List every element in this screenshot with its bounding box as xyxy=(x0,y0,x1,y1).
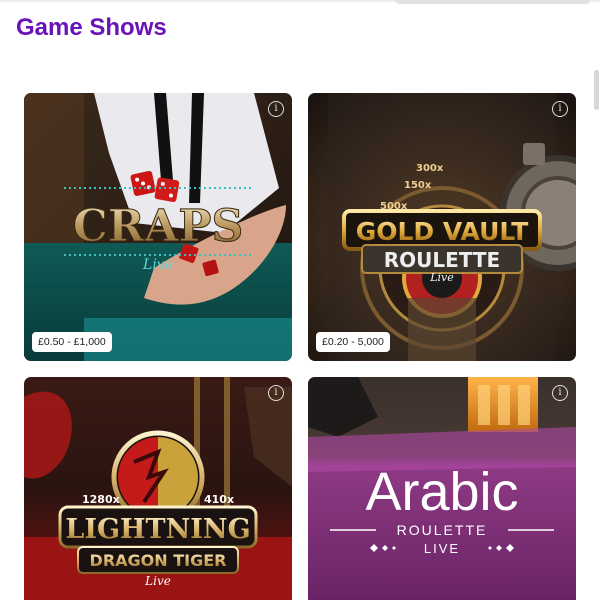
bet-limits-badge: £0.20 - 5,000 xyxy=(316,332,390,352)
section-title: Game Shows xyxy=(16,14,167,41)
info-icon[interactable]: i xyxy=(268,101,284,117)
info-icon[interactable]: i xyxy=(552,101,568,117)
craps-logo-text: CRAPS xyxy=(73,201,244,252)
header-tab-edge xyxy=(395,0,590,4)
game-card-craps[interactable]: CRAPS Live i £0.50 - £1,000 xyxy=(24,93,292,361)
arabic-logo-roulette: ROULETTE xyxy=(397,522,488,538)
scrollbar-thumb[interactable] xyxy=(594,70,599,110)
lightning-dragon-tiger-thumbnail: 1280x 410x LIGHTNING DRAGON TIGER Live xyxy=(24,377,292,600)
wheel-multiplier-300: 300x xyxy=(416,163,444,174)
gold-vault-logo-live: Live xyxy=(429,271,454,284)
gold-vault-thumbnail: 150x 300x 500x GOLD VAULT ROULETTE Live xyxy=(308,93,576,361)
lightning-logo-live: Live xyxy=(144,574,171,588)
wheel-multiplier-150: 150x xyxy=(404,180,432,191)
arabic-roulette-thumbnail: Arabic ROULETTE LIVE xyxy=(308,377,576,600)
info-icon[interactable]: i xyxy=(552,385,568,401)
bet-limits-badge: £0.50 - £1,000 xyxy=(32,332,112,352)
craps-thumbnail: CRAPS Live xyxy=(24,93,292,361)
game-card-lightning-dragon-tiger[interactable]: 1280x 410x LIGHTNING DRAGON TIGER Live i xyxy=(24,377,292,600)
gold-vault-logo-title: GOLD VAULT xyxy=(356,217,529,246)
gold-vault-logo-roulette: ROULETTE xyxy=(384,248,500,272)
arabic-logo-live: LIVE xyxy=(424,541,460,556)
info-icon[interactable]: i xyxy=(268,385,284,401)
game-card-arabic-roulette[interactable]: Arabic ROULETTE LIVE i xyxy=(308,377,576,600)
multiplier-1280x: 1280x xyxy=(82,493,120,506)
lightning-logo-title: LIGHTNING xyxy=(65,514,250,545)
game-card-gold-vault-roulette[interactable]: 150x 300x 500x GOLD VAULT ROULETTE Live … xyxy=(308,93,576,361)
multiplier-410x: 410x xyxy=(204,493,234,506)
arabic-logo-title: Arabic xyxy=(365,462,518,522)
lightning-logo-subtitle: DRAGON TIGER xyxy=(90,551,227,570)
craps-logo-live: Live xyxy=(142,257,173,273)
